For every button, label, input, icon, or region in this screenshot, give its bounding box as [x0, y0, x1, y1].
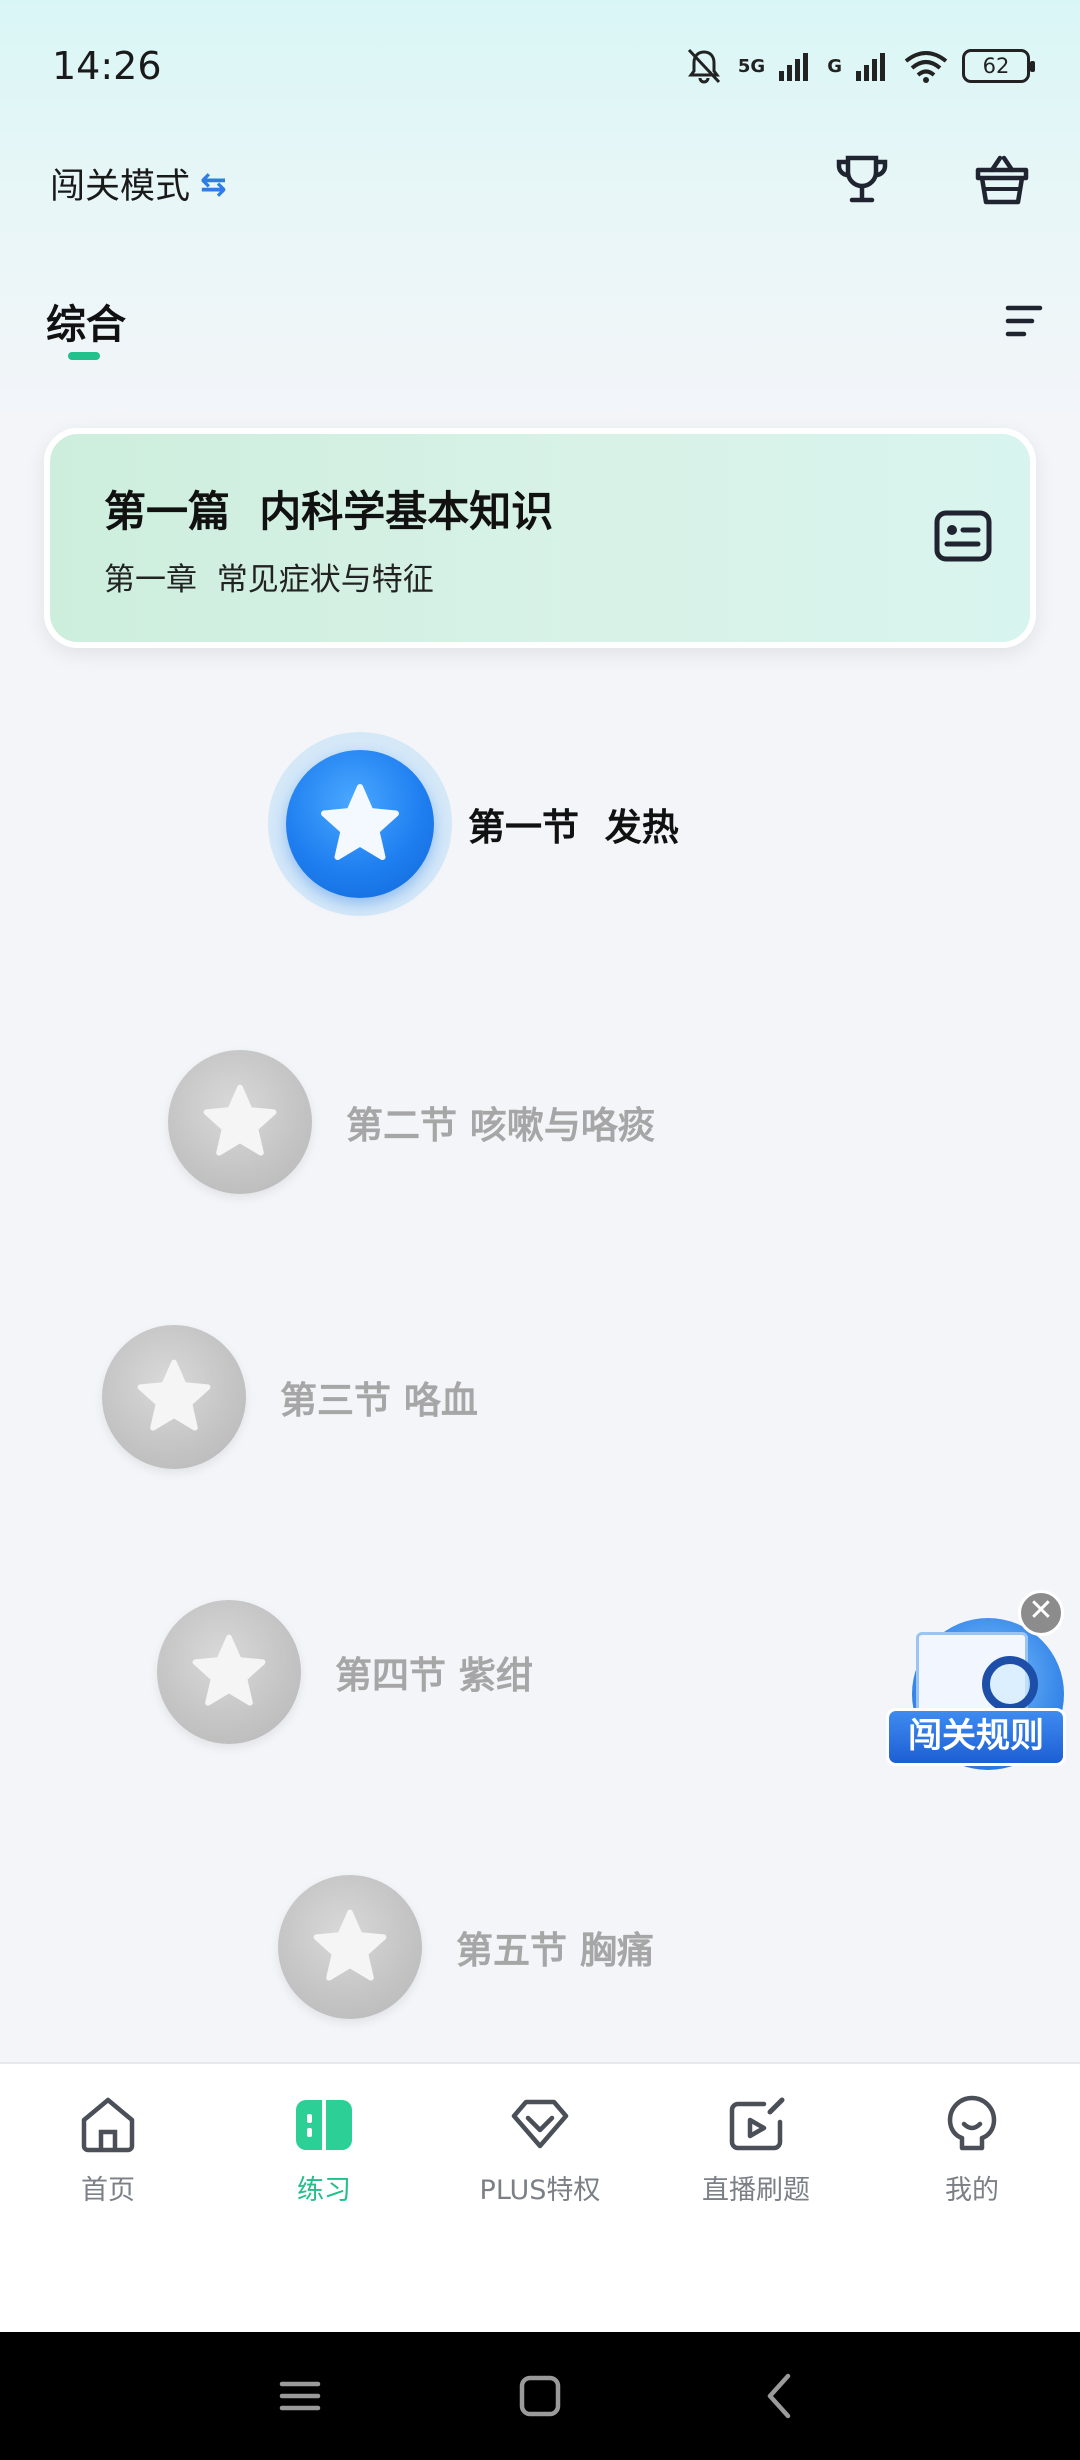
nav-label: 练习	[297, 2175, 351, 2206]
level-node-2[interactable]: 第二节 咳嗽与咯痰	[168, 1050, 655, 1194]
level-label-2: 第二节 咳嗽与咯痰	[346, 1104, 655, 1147]
star-icon	[192, 1634, 266, 1706]
status-icons: 5G G 62	[684, 46, 1035, 86]
live-icon	[729, 2097, 785, 2151]
nav-item-plus[interactable]: PLUS特权	[432, 2092, 648, 2207]
signal-icon	[779, 53, 809, 81]
trophy-icon[interactable]	[830, 148, 894, 212]
status-bar: 14:26 5G G 62	[0, 0, 1080, 130]
mode-switch[interactable]: 闯关模式 ⇆	[50, 158, 227, 209]
nav-label: 首页	[81, 2175, 135, 2206]
rules-badge-label: 闯关规则	[886, 1708, 1066, 1766]
tab-active-indicator	[68, 352, 100, 360]
level-orb-ring	[268, 732, 452, 916]
level-orb-locked	[278, 1875, 422, 2019]
level-label-1: 第一节 发热	[468, 806, 679, 849]
level-orb-locked	[102, 1325, 246, 1469]
level-node-4[interactable]: 第四节 紫绀	[157, 1600, 533, 1744]
card-list-icon[interactable]	[934, 510, 992, 562]
system-nav-bar	[0, 2332, 1080, 2460]
battery-icon: 62	[962, 49, 1035, 83]
star-icon	[203, 1084, 277, 1156]
menu-icon[interactable]	[272, 2368, 328, 2424]
chapter-card[interactable]: 第一篇 内科学基本知识 第一章 常见症状与特征	[44, 428, 1036, 648]
signal-1-label: 5G	[737, 55, 766, 77]
nav-item-practice[interactable]: 练习	[216, 2092, 432, 2207]
star-icon	[137, 1359, 211, 1431]
level-orb-locked	[157, 1600, 301, 1744]
close-icon[interactable]: ✕	[1018, 1590, 1064, 1636]
home-square-icon[interactable]	[512, 2368, 568, 2424]
nav-label: PLUS特权	[479, 2175, 601, 2206]
switch-arrows-icon: ⇆	[200, 164, 227, 203]
star-icon	[313, 1909, 387, 1981]
level-orb-active	[286, 750, 434, 898]
nav-item-live[interactable]: 直播刷题	[648, 2092, 864, 2207]
magnifier-icon	[982, 1656, 1038, 1712]
level-orb-locked	[168, 1050, 312, 1194]
nav-label: 直播刷题	[702, 2175, 810, 2206]
star-icon	[321, 784, 399, 860]
practice-icon	[296, 2100, 352, 2150]
back-icon[interactable]	[752, 2368, 808, 2424]
nav-label: 我的	[945, 2175, 999, 2206]
level-node-1[interactable]: 第一节 发热	[268, 732, 679, 916]
diamond-icon	[511, 2099, 569, 2149]
chapter-card-subtitle: 第一章 常见症状与特征	[104, 562, 434, 598]
bell-muted-icon	[687, 48, 721, 84]
chapter-card-title: 第一篇 内科学基本知识	[104, 487, 554, 536]
nav-item-profile[interactable]: 我的	[864, 2092, 1080, 2207]
basket-icon[interactable]	[970, 148, 1034, 212]
level-label-5: 第五节 胸痛	[456, 1929, 654, 1972]
home-icon	[81, 2097, 135, 2153]
signal-icon	[856, 53, 885, 81]
level-node-3[interactable]: 第三节 咯血	[102, 1325, 478, 1469]
level-label-4: 第四节 紫绀	[335, 1654, 533, 1697]
level-label-3: 第三节 咯血	[280, 1379, 478, 1422]
signal-2-label: G	[827, 55, 842, 77]
wifi-icon	[904, 51, 948, 83]
mode-label: 闯关模式	[50, 167, 191, 207]
level-node-5[interactable]: 第五节 胸痛	[278, 1875, 654, 2019]
filter-sort-icon[interactable]	[1004, 302, 1044, 340]
profile-icon	[947, 2095, 997, 2151]
status-time: 14:26	[52, 44, 162, 88]
nav-item-home[interactable]: 首页	[0, 2092, 216, 2207]
bottom-nav: 首页 练习 PLUS特权 直播刷题 我的	[0, 2062, 1080, 2332]
tab-general[interactable]: 综合	[46, 292, 126, 350]
